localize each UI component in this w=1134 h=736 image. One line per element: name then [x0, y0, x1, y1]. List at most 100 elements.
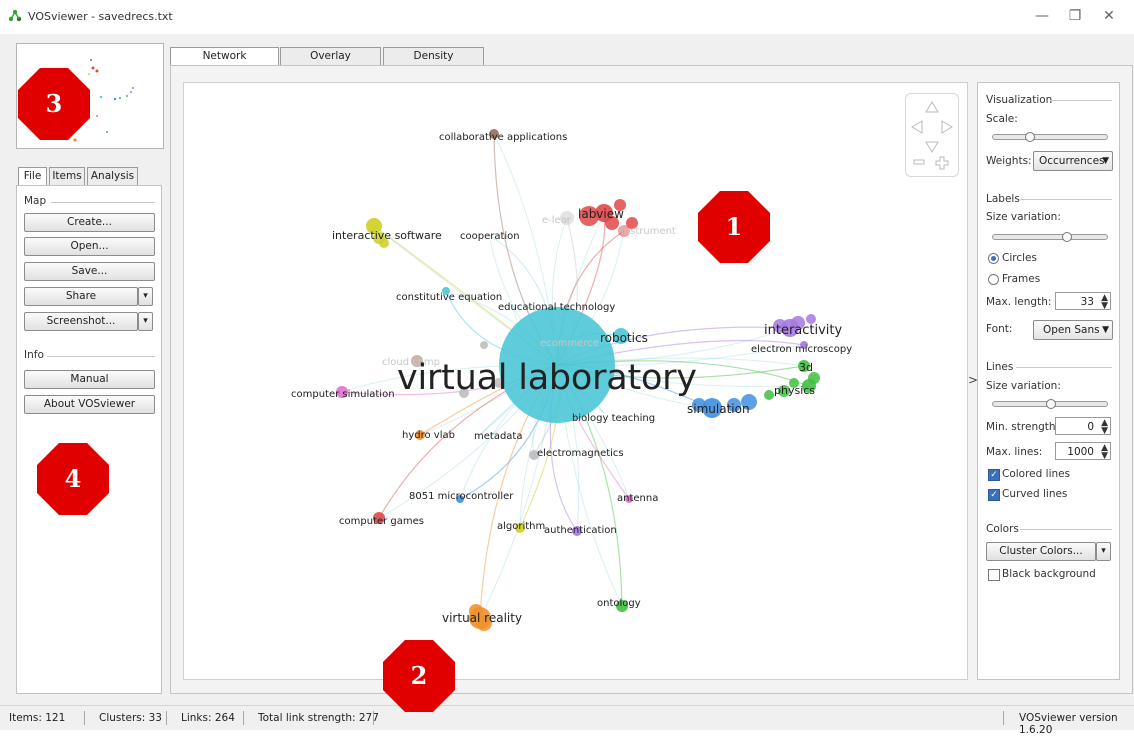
open-button[interactable]: Open... — [24, 237, 155, 256]
labels-size-slider[interactable] — [992, 232, 1108, 242]
minimize-button[interactable]: — — [1027, 5, 1057, 27]
spin-down-icon[interactable]: ▼ — [1101, 452, 1108, 461]
zoom-pan-control[interactable] — [905, 93, 959, 177]
network-label-physics: physics — [774, 384, 815, 397]
network-label-biology-teaching: biology teaching — [572, 413, 655, 424]
cluster-colors-button[interactable]: Cluster Colors... — [986, 542, 1096, 561]
network-label-hydro-vlab: hydro vlab — [402, 430, 455, 441]
lines-heading: Lines — [986, 361, 1014, 373]
restore-button[interactable]: ❐ — [1060, 5, 1090, 27]
labels-size-slider-knob[interactable] — [1061, 232, 1072, 242]
circles-radio[interactable] — [988, 253, 999, 264]
frames-radio[interactable] — [988, 274, 999, 285]
status-clusters: Clusters: 33 — [99, 712, 162, 724]
network-label-simulation: simulation — [687, 402, 750, 416]
network-label-constitutive-equation: constitutive equation — [396, 292, 502, 303]
network-label-metadata: metadata — [474, 431, 522, 442]
cluster-colors-chevron-icon[interactable]: ▾ — [1096, 542, 1111, 561]
scale-slider-knob[interactable] — [1024, 132, 1035, 142]
weights-select[interactable]: Occurrences ▼ — [1033, 151, 1113, 171]
font-label: Font: — [986, 323, 1013, 335]
create-button[interactable]: Create... — [24, 213, 155, 232]
visualization-heading: Visualization — [986, 94, 1053, 106]
network-label-elearning: e-lear — [542, 215, 572, 226]
frames-label: Frames — [1002, 273, 1041, 285]
status-separator — [243, 711, 244, 725]
manual-button[interactable]: Manual — [24, 370, 155, 389]
curved-lines-checkbox[interactable]: ✓ — [988, 489, 1000, 501]
save-button[interactable]: Save... — [24, 262, 155, 281]
status-bar: Items: 121 Clusters: 33 Links: 264 Total… — [0, 705, 1134, 736]
visualization-separator — [1050, 100, 1112, 101]
min-strength-label: Min. strength: — [986, 421, 1060, 433]
tab-density-visualization[interactable]: Density Visualization — [383, 47, 484, 79]
colors-heading: Colors — [986, 523, 1019, 535]
network-label-authentication: authentication — [544, 525, 617, 536]
tab-network-visualization[interactable]: Network Visualization — [170, 47, 279, 79]
network-label-ontology: ontology — [597, 598, 641, 609]
circles-label: Circles — [1002, 252, 1037, 264]
tab-file[interactable]: File — [18, 167, 47, 186]
network-label-interactivity: interactivity — [764, 323, 843, 338]
spin-down-icon[interactable]: ▼ — [1101, 427, 1108, 436]
max-lines-label: Max. lines: — [986, 446, 1043, 458]
min-strength-input[interactable]: 0 ▲ ▼ — [1055, 417, 1111, 436]
lines-size-variation-label: Size variation: — [986, 380, 1061, 392]
file-panel: Map Create... Open... Save... Share ▾ Sc… — [16, 185, 162, 694]
callout-marker-2: 2 — [383, 640, 455, 712]
weights-select-value: Occurrences — [1039, 155, 1105, 167]
network-label-electromagnetics: electromagnetics — [537, 448, 624, 459]
tab-overlay-visualization[interactable]: Overlay Visualization — [280, 47, 381, 79]
network-label-three-d: 3d — [799, 361, 813, 374]
colored-lines-checkbox[interactable]: ✓ — [988, 469, 1000, 481]
network-canvas[interactable]: collaborative applications labview instrum… — [183, 82, 968, 680]
lines-size-slider-knob[interactable] — [1046, 399, 1056, 409]
font-select[interactable]: Open Sans ▼ — [1033, 320, 1113, 340]
screenshot-button[interactable]: Screenshot... — [24, 312, 138, 331]
network-label-algorithm: algorithm — [497, 521, 545, 532]
callout-marker-3-label: 3 — [45, 89, 63, 118]
network-label-collaborative-applications: collaborative applications — [439, 132, 567, 143]
black-background-label: Black background — [1002, 568, 1096, 580]
tab-analysis[interactable]: Analysis — [87, 167, 138, 186]
weights-label: Weights: — [986, 155, 1032, 167]
network-label-instrument: instrument — [621, 226, 676, 237]
status-items: Items: 121 — [9, 712, 66, 724]
lines-separator — [1016, 367, 1112, 368]
screenshot-dropdown-chevron-icon[interactable]: ▾ — [138, 312, 153, 331]
colored-lines-label: Colored lines — [1002, 468, 1071, 480]
about-button[interactable]: About VOSviewer — [24, 395, 155, 414]
callout-marker-1: 1 — [698, 191, 770, 263]
scale-slider[interactable] — [992, 132, 1108, 142]
black-background-checkbox[interactable] — [988, 569, 1000, 581]
weights-chevron-down-icon: ▼ — [1102, 156, 1109, 166]
callout-marker-2-label: 2 — [410, 661, 428, 690]
network-label-labview: labview — [578, 207, 624, 221]
pan-arrows-icon — [911, 101, 953, 170]
info-separator — [47, 356, 155, 357]
network-label-cooperation: cooperation — [460, 231, 520, 242]
share-dropdown-chevron-icon[interactable]: ▾ — [138, 287, 153, 306]
callout-marker-3: 3 — [18, 68, 90, 140]
tab-items[interactable]: Items — [49, 167, 85, 186]
max-lines-input[interactable]: 1000 ▲ ▼ — [1055, 442, 1111, 461]
status-separator — [166, 711, 167, 725]
status-separator — [373, 711, 374, 725]
map-heading: Map — [24, 195, 47, 207]
network-node[interactable] — [764, 390, 774, 400]
max-length-label: Max. length: — [986, 296, 1052, 308]
status-total-link-strength: Total link strength: 277 — [258, 712, 379, 724]
network-node[interactable] — [480, 341, 488, 349]
title-bar: VOSviewer - savedrecs.txt — ❐ ✕ — [0, 0, 1134, 34]
max-length-input[interactable]: 33 ▲ ▼ — [1055, 292, 1111, 311]
network-label-microcontroller: 8051 microcontroller — [409, 491, 514, 502]
network-label-interactive-software: interactive software — [332, 229, 442, 242]
lines-size-slider[interactable] — [992, 399, 1108, 409]
spin-down-icon[interactable]: ▼ — [1101, 302, 1108, 311]
network-label-educational-technology: educational technology — [498, 302, 615, 313]
options-panel: Visualization Scale: Weights: Occurrence… — [977, 82, 1120, 680]
vosviewer-logo-icon — [8, 9, 22, 22]
network-label-ecommerce: ecommerce — [540, 338, 599, 349]
share-button[interactable]: Share — [24, 287, 138, 306]
close-button[interactable]: ✕ — [1094, 5, 1124, 27]
